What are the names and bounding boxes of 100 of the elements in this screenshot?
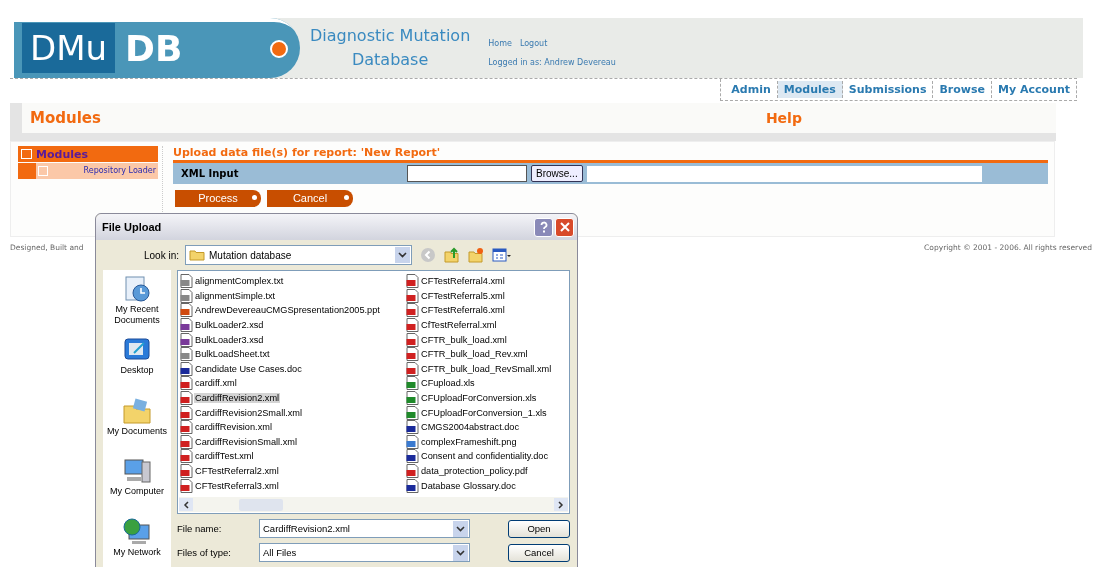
xml-file-icon	[180, 391, 193, 406]
xml-file-icon	[406, 288, 419, 303]
file-item[interactable]: CFTR_bulk_load_Rev.xml	[420, 349, 529, 360]
file-item[interactable]: CardiffRevision2.xml	[194, 393, 281, 404]
file-item[interactable]: BulkLoader2.xsd	[194, 320, 265, 331]
file-item[interactable]: CardiffRevision2Small.xml	[194, 407, 304, 418]
file-item[interactable]: cardiff.xml	[194, 378, 238, 389]
file-item[interactable]: CFTestReferral6.xml	[420, 305, 506, 316]
place-label[interactable]: My Network	[113, 547, 161, 559]
action-button[interactable]: Process	[175, 190, 261, 207]
doc-file-icon	[406, 449, 419, 464]
file-type-label: Files of type:	[177, 547, 232, 558]
dialog-title: File Upload	[102, 221, 163, 233]
sidebar-item[interactable]: Repository Loader	[36, 163, 158, 179]
file-name-field[interactable]: CardiffRevision2.xml	[259, 519, 470, 538]
look-in-dropdown[interactable]: Mutation database	[185, 245, 412, 265]
file-item[interactable]: CFTestReferral2.xml	[194, 466, 280, 476]
xml-file-icon	[180, 405, 193, 420]
file-item[interactable]: alignmentSimple.txt	[194, 290, 277, 301]
place-label[interactable]: My Documents	[107, 425, 167, 437]
file-type-dropdown[interactable]: All Files	[259, 543, 470, 562]
file-item[interactable]: BulkLoadSheet.txt	[194, 349, 271, 360]
file-item[interactable]: CFUploadForConversion_1.xls	[420, 407, 548, 418]
scroll-left-icon[interactable]	[183, 500, 189, 509]
xls-file-icon	[406, 391, 419, 406]
help-button[interactable]	[534, 217, 553, 237]
action-button[interactable]: Cancel	[267, 190, 353, 207]
browse-button[interactable]: Browse...	[531, 165, 583, 182]
file-item[interactable]: CfTestReferral.xml	[420, 320, 498, 331]
new-folder-icon[interactable]	[468, 247, 484, 263]
xml-file-icon	[180, 434, 193, 449]
site-title: Database	[351, 49, 429, 71]
sidebar-heading-text: Modules	[36, 147, 88, 161]
file-item[interactable]: BulkLoader3.xsd	[194, 334, 265, 345]
file-item[interactable]: CFupload.xls	[420, 378, 476, 389]
close-icon	[558, 221, 571, 233]
field-label: XML Input	[180, 168, 240, 179]
place-label[interactable]: My Recent Documents	[103, 304, 171, 326]
nav-tab[interactable]: Admin	[725, 81, 778, 98]
xml-file-icon	[180, 376, 193, 391]
pdf-file-icon	[406, 464, 419, 478]
site-title: Diagnostic Mutation	[310, 25, 471, 47]
doc-file-icon	[406, 420, 419, 435]
doc-file-icon	[180, 361, 193, 376]
file-item[interactable]: CardiffRevisionSmall.xml	[194, 436, 298, 447]
xml-file-icon	[406, 332, 419, 347]
xml-file-icon	[406, 274, 419, 289]
file-item[interactable]: CFUploadForConversion.xls	[420, 393, 538, 404]
file-item[interactable]: CFTestReferral3.xml	[194, 480, 280, 491]
xml-file-icon	[406, 347, 419, 362]
xsd-file-icon	[180, 318, 193, 333]
header-link[interactable]: Logout	[519, 39, 548, 48]
view-menu-icon[interactable]	[492, 247, 512, 263]
nav-tab[interactable]: Modules	[777, 81, 843, 98]
file-item[interactable]: cardiffRevision.xml	[194, 422, 273, 433]
file-item[interactable]: Consent and confidentiality.doc	[420, 451, 549, 462]
logo-text: DB	[125, 27, 183, 69]
file-item[interactable]: CFTR_bulk_load_RevSmall.xml	[420, 363, 553, 374]
file-item[interactable]: Candidate Use Cases.doc	[194, 363, 303, 374]
xsd-file-icon	[180, 332, 193, 347]
file-item[interactable]: complexFrameshift.png	[420, 436, 518, 447]
cancel-button[interactable]: Cancel	[508, 543, 570, 562]
ppt-file-icon	[180, 303, 193, 318]
xml-file-icon	[406, 361, 419, 376]
file-item[interactable]: cardiffTest.xml	[194, 451, 255, 462]
header-link[interactable]: Home	[488, 39, 512, 48]
circle-icon	[270, 40, 288, 58]
file-input-field[interactable]	[407, 165, 527, 182]
file-item[interactable]: CFTestReferral4.xml	[420, 276, 506, 287]
file-item[interactable]: CMGS2004abstract.doc	[420, 422, 521, 433]
xml-file-icon	[406, 318, 419, 333]
place-label[interactable]: Desktop	[120, 364, 154, 376]
look-in-label: Look in:	[142, 249, 179, 261]
back-icon[interactable]	[420, 247, 436, 263]
txt-file-icon	[180, 274, 193, 289]
close-button[interactable]	[555, 217, 574, 237]
file-name-label: File name:	[177, 523, 223, 534]
nav-tab[interactable]: My Account	[992, 81, 1077, 98]
file-item[interactable]: data_protection_policy.pdf	[420, 466, 529, 476]
xml-file-icon	[180, 478, 193, 493]
png-file-icon	[406, 434, 419, 449]
folder-icon	[189, 249, 205, 261]
nav-tab[interactable]: Submissions	[842, 81, 934, 98]
scroll-right-icon[interactable]	[558, 500, 564, 509]
txt-file-icon	[180, 347, 193, 362]
file-item[interactable]: alignmentComplex.txt	[194, 276, 285, 287]
input-field[interactable]	[586, 165, 982, 182]
nav-tab[interactable]: Browse	[933, 81, 992, 98]
open-button[interactable]: Open	[508, 519, 570, 538]
file-item[interactable]: CFTestReferral5.xml	[420, 290, 506, 301]
xls-file-icon	[406, 376, 419, 391]
file-item[interactable]: AndrewDevereauCMGSpresentation2005.ppt	[194, 305, 381, 316]
scroll-thumb[interactable]	[239, 498, 283, 511]
horizontal-scrollbar[interactable]	[179, 497, 568, 512]
up-folder-icon[interactable]	[444, 247, 460, 263]
file-item[interactable]: Database Glossary.doc	[420, 480, 517, 491]
file-item[interactable]: CFTR_bulk_load.xml	[420, 334, 508, 345]
chevron-down-icon	[456, 525, 465, 532]
place-label[interactable]: My Computer	[110, 486, 164, 498]
chevron-down-icon	[456, 549, 465, 556]
